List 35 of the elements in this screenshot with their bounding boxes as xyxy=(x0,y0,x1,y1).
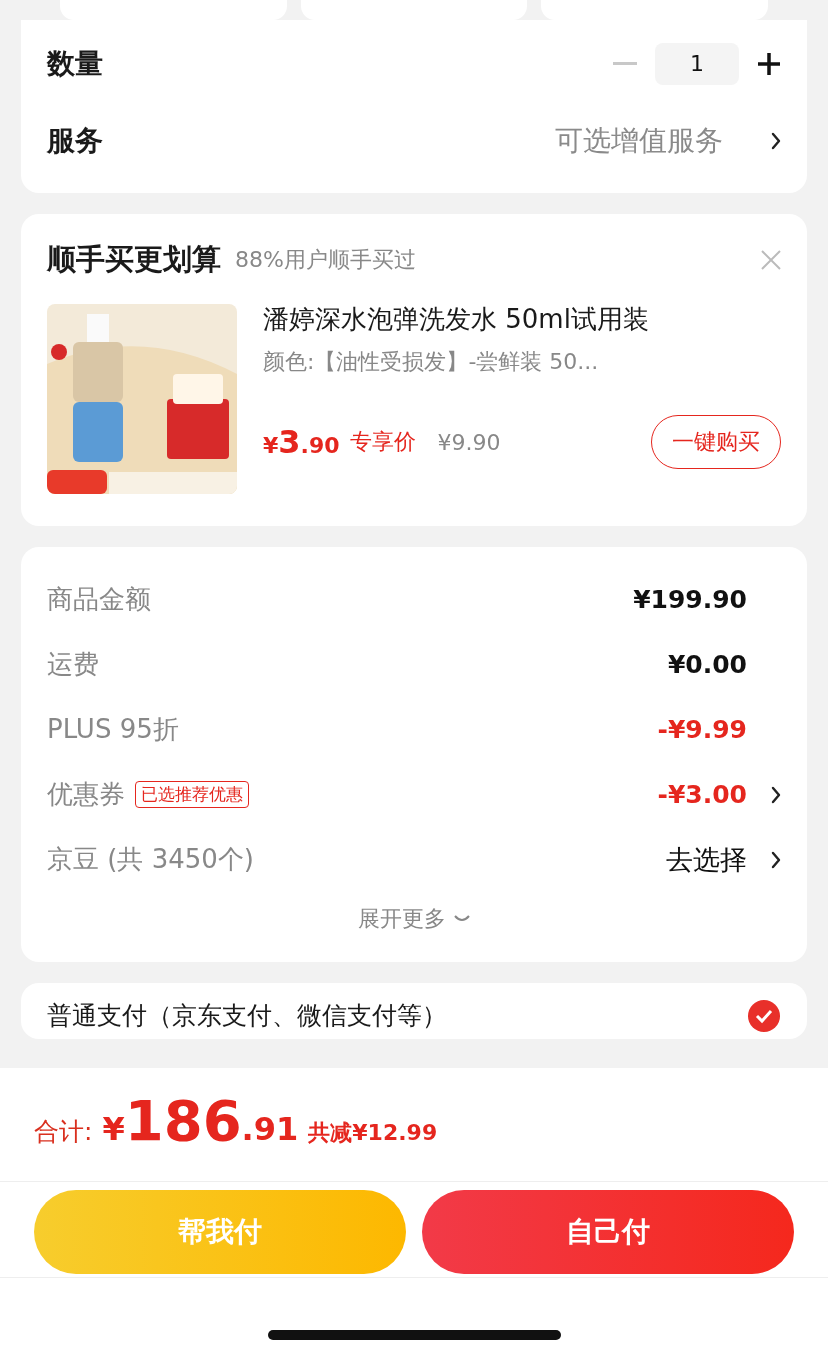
summary-value: ¥0.00 xyxy=(667,650,747,679)
summary-value: -¥9.99 xyxy=(657,715,747,744)
total-price: ¥186.91 xyxy=(102,1088,299,1153)
savings-text: 共减¥12.99 xyxy=(308,1119,438,1147)
section-subtitle: 88%用户顺手买过 xyxy=(235,246,416,274)
quantity-label: 数量 xyxy=(47,45,103,82)
total-label: 合计: xyxy=(34,1116,93,1148)
original-price: ¥9.90 xyxy=(437,429,501,455)
quantity-field[interactable]: 1 xyxy=(655,42,739,85)
close-icon[interactable] xyxy=(761,250,781,270)
coupon-tag: 已选推荐优惠 xyxy=(135,781,249,808)
expand-more-link[interactable]: 展开更多 xyxy=(358,904,446,934)
summary-value: ¥199.90 xyxy=(633,585,747,614)
product-price: ¥3.90 xyxy=(263,423,340,461)
summary-label: 运费 xyxy=(47,648,99,681)
summary-label: 优惠券 xyxy=(47,778,125,811)
check-icon[interactable] xyxy=(747,999,781,1033)
summary-label: 京豆 (共 3450个) xyxy=(47,843,254,876)
summary-value[interactable]: -¥3.00 xyxy=(657,780,747,809)
buy-now-button[interactable]: 一键购买 xyxy=(651,415,781,469)
price-label: 专享价 xyxy=(349,428,416,456)
summary-value[interactable]: 去选择 xyxy=(666,841,747,878)
product-spec: 颜色:【油性受损发】-尝鲜装 50... xyxy=(263,348,600,376)
product-name[interactable]: 潘婷深水泡弹洗发水 50ml试用装 xyxy=(263,302,781,337)
chevron-right-icon xyxy=(771,132,781,150)
summary-label: PLUS 95折 xyxy=(47,713,179,746)
service-value[interactable]: 可选增值服务 xyxy=(555,122,723,160)
chevron-down-icon xyxy=(454,914,470,924)
section-title: 顺手买更划算 xyxy=(47,241,221,278)
pay-button[interactable]: 自己付 xyxy=(422,1190,794,1274)
plus-icon[interactable] xyxy=(757,51,781,76)
chevron-right-icon xyxy=(771,850,781,869)
chevron-right-icon xyxy=(771,785,781,804)
service-label: 服务 xyxy=(47,123,103,159)
summary-label: 商品金额 xyxy=(47,583,151,616)
